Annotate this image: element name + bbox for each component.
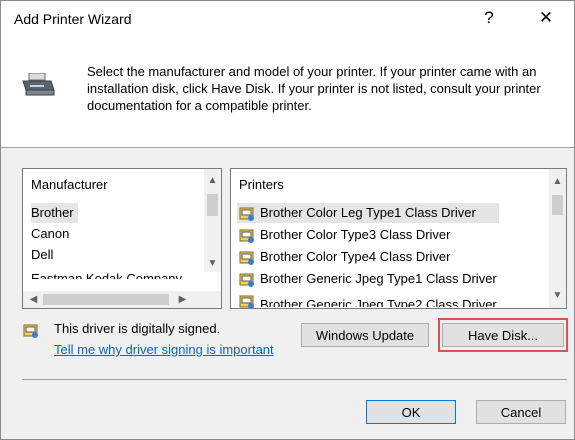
printer-icon bbox=[22, 73, 55, 96]
help-button[interactable]: ? bbox=[469, 5, 509, 31]
certified-driver-icon bbox=[239, 251, 254, 265]
scroll-thumb[interactable] bbox=[552, 195, 563, 215]
have-disk-button[interactable]: Have Disk... bbox=[442, 323, 564, 347]
footer-divider bbox=[22, 379, 567, 380]
certified-driver-icon bbox=[239, 295, 254, 308]
scroll-thumb[interactable] bbox=[43, 294, 169, 305]
scroll-left-arrow-icon[interactable]: ◀ bbox=[25, 291, 42, 308]
printer-item[interactable]: Brother Generic Jpeg Type2 Class Driver bbox=[260, 293, 497, 307]
driver-signed-status: This driver is digitally signed. bbox=[54, 321, 221, 336]
add-printer-wizard-window: Add Printer Wizard ? ✕ Select the manufa… bbox=[0, 0, 575, 440]
manufacturer-vertical-scrollbar[interactable]: ▲ ▼ bbox=[204, 169, 221, 272]
printer-item[interactable]: Brother Color Type3 Class Driver bbox=[260, 225, 451, 245]
manufacturer-item[interactable]: Canon bbox=[31, 224, 69, 244]
scroll-down-arrow-icon[interactable]: ▼ bbox=[549, 287, 566, 304]
scroll-down-arrow-icon[interactable]: ▼ bbox=[204, 255, 221, 272]
manufacturer-item[interactable]: Brother bbox=[31, 203, 78, 223]
manufacturer-listbox[interactable]: Manufacturer Brother Canon Dell Eastman … bbox=[22, 168, 222, 309]
cancel-button[interactable]: Cancel bbox=[476, 400, 566, 424]
manufacturer-item[interactable]: Dell bbox=[31, 245, 53, 265]
manufacturer-item[interactable]: Eastman Kodak Company bbox=[31, 266, 182, 279]
driver-signing-info-link[interactable]: Tell me why driver signing is important bbox=[54, 342, 274, 357]
certified-driver-icon bbox=[239, 207, 254, 221]
manufacturer-column-header: Manufacturer bbox=[31, 177, 108, 192]
windows-update-button[interactable]: Windows Update bbox=[301, 323, 429, 347]
printers-column-header: Printers bbox=[239, 177, 284, 192]
signed-driver-icon bbox=[23, 324, 38, 338]
printers-listbox[interactable]: Printers Brother Color Leg Type1 Class D… bbox=[230, 168, 567, 309]
manufacturer-horizontal-scrollbar[interactable]: ◀ ▶ bbox=[23, 291, 221, 308]
certified-driver-icon bbox=[239, 229, 254, 243]
wizard-description: Select the manufacturer and model of you… bbox=[87, 64, 541, 113]
printer-item[interactable]: Brother Color Type4 Class Driver bbox=[260, 247, 451, 267]
scroll-up-arrow-icon[interactable]: ▲ bbox=[549, 173, 566, 190]
printer-item[interactable]: Brother Color Leg Type1 Class Driver bbox=[260, 203, 476, 223]
printers-vertical-scrollbar[interactable]: ▲ ▼ bbox=[549, 169, 566, 308]
scroll-thumb[interactable] bbox=[207, 194, 218, 216]
scroll-right-arrow-icon[interactable]: ▶ bbox=[174, 291, 191, 308]
title-bar: Add Printer Wizard ? ✕ bbox=[1, 1, 574, 35]
wizard-header: Select the manufacturer and model of you… bbox=[1, 35, 574, 147]
window-title: Add Printer Wizard bbox=[14, 11, 132, 27]
close-button[interactable]: ✕ bbox=[526, 5, 566, 31]
ok-button[interactable]: OK bbox=[366, 400, 456, 424]
header-divider bbox=[1, 147, 574, 148]
printer-item[interactable]: Brother Generic Jpeg Type1 Class Driver bbox=[260, 269, 497, 289]
scroll-up-arrow-icon[interactable]: ▲ bbox=[204, 172, 221, 189]
certified-driver-icon bbox=[239, 273, 254, 287]
